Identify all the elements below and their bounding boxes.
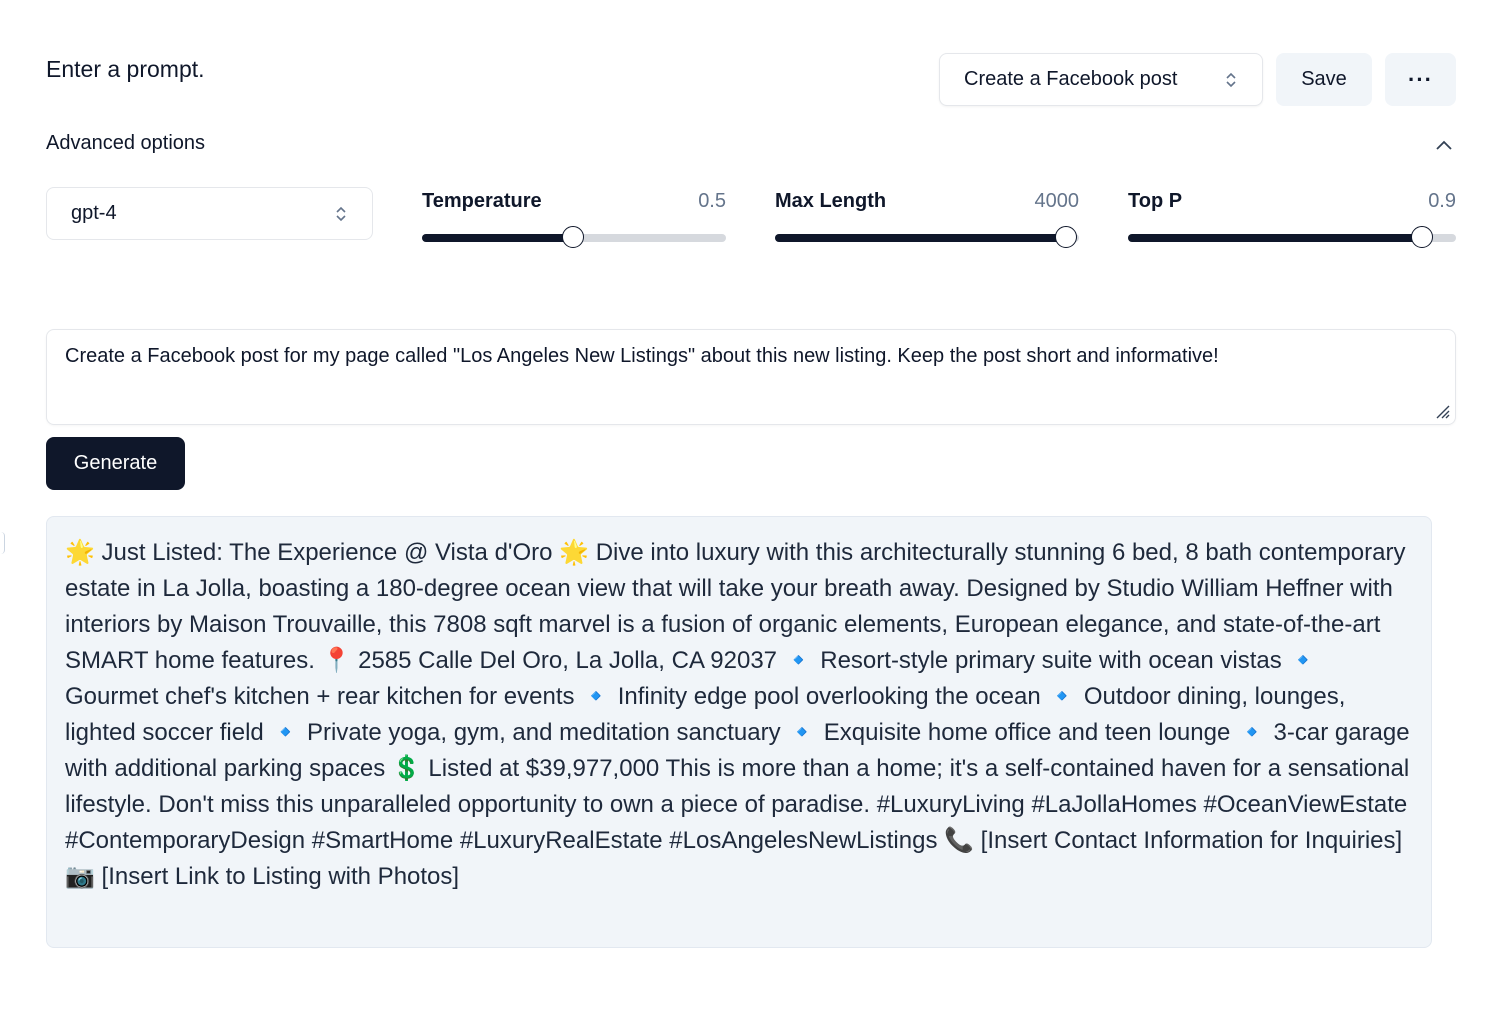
preset-label: Create a Facebook post xyxy=(964,68,1178,90)
more-options-button[interactable]: ··· xyxy=(1385,53,1456,106)
temperature-value: 0.5 xyxy=(698,190,726,212)
top-p-slider-thumb[interactable] xyxy=(1411,226,1434,248)
max-length-value: 4000 xyxy=(1034,190,1080,212)
prompt-text: Create a Facebook post for my page calle… xyxy=(65,345,1219,367)
top-p-value: 0.9 xyxy=(1428,190,1456,212)
advanced-options-label[interactable]: Advanced options xyxy=(46,132,205,155)
generate-button[interactable]: Generate xyxy=(46,437,185,490)
top-p-slider[interactable] xyxy=(1128,226,1456,248)
edge-handle xyxy=(0,532,5,554)
temperature-label: Temperature xyxy=(422,190,542,212)
top-p-slider-fill xyxy=(1128,234,1424,242)
max-length-slider-group: Max Length 4000 xyxy=(775,190,1079,250)
prompt-textarea[interactable]: Create a Facebook post for my page calle… xyxy=(46,329,1456,425)
chevron-up-icon[interactable] xyxy=(1432,134,1456,158)
top-p-slider-group: Top P 0.9 xyxy=(1128,190,1456,250)
max-length-label: Max Length xyxy=(775,190,887,212)
chevron-up-down-icon xyxy=(1226,72,1236,87)
chevron-up-down-icon xyxy=(336,206,346,221)
page-title: Enter a prompt. xyxy=(46,56,205,82)
preset-select[interactable]: Create a Facebook post xyxy=(939,53,1263,106)
save-button[interactable]: Save xyxy=(1276,53,1372,106)
model-value: gpt-4 xyxy=(71,202,117,224)
temperature-slider-fill xyxy=(422,234,574,242)
temperature-slider-thumb[interactable] xyxy=(562,226,584,248)
output-panel: 🌟 Just Listed: The Experience @ Vista d'… xyxy=(46,516,1432,948)
output-text: 🌟 Just Listed: The Experience @ Vista d'… xyxy=(65,539,1410,890)
max-length-slider[interactable] xyxy=(775,226,1079,248)
resize-handle-icon[interactable] xyxy=(1431,400,1451,420)
temperature-slider-group: Temperature 0.5 xyxy=(422,190,726,250)
model-select[interactable]: gpt-4 xyxy=(46,187,373,240)
top-p-label: Top P xyxy=(1128,190,1183,212)
max-length-slider-fill xyxy=(775,234,1067,242)
max-length-slider-thumb[interactable] xyxy=(1054,226,1077,248)
temperature-slider[interactable] xyxy=(422,226,726,248)
